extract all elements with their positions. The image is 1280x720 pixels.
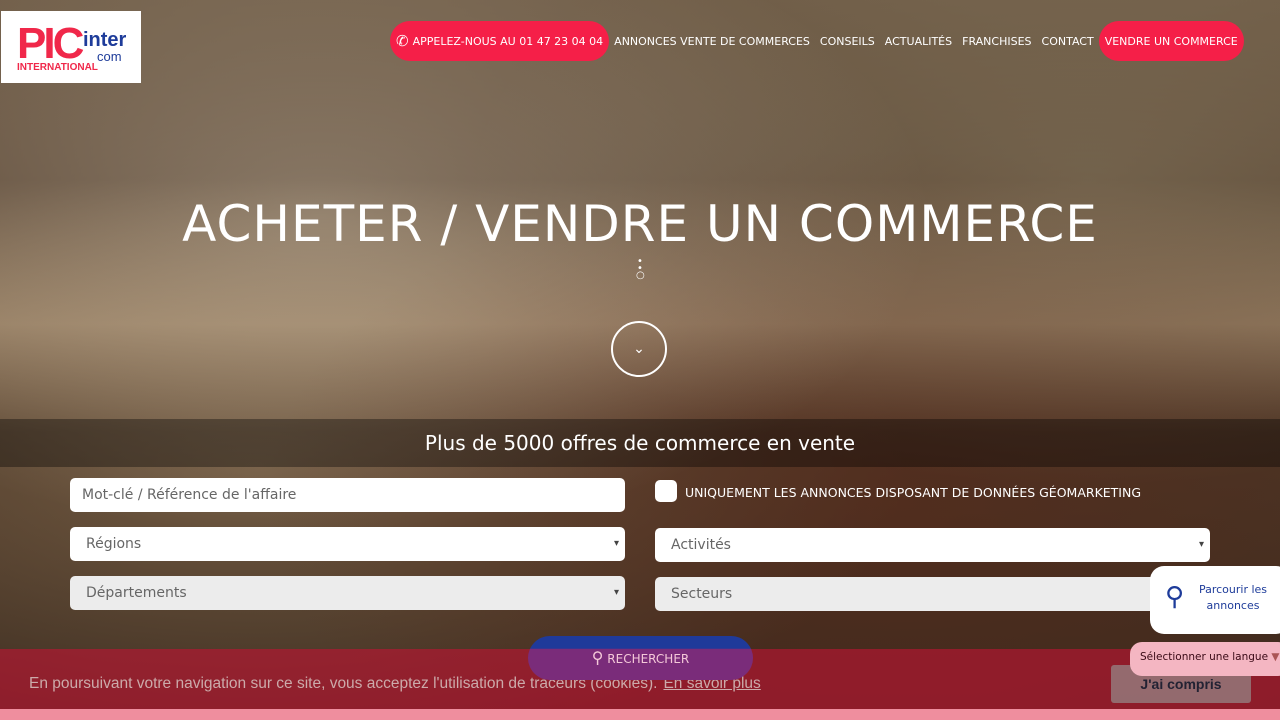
nav-actualites[interactable]: ACTUALITÉS — [880, 35, 957, 48]
activites-value: Activités — [671, 537, 731, 553]
phone-button[interactable]: ✆ APPELEZ-NOUS AU 01 47 23 04 04 — [390, 21, 610, 61]
logo-intl: INTERNATIONAL — [17, 62, 98, 73]
keyword-input[interactable]: Mot-clé / Référence de l'affaire — [70, 478, 625, 512]
secteurs-value: Secteurs — [671, 586, 733, 602]
chevron-down-icon: ▾ — [613, 587, 619, 598]
scroll-down-button[interactable]: ⌄ — [611, 321, 667, 377]
phone-label: APPELEZ-NOUS AU 01 47 23 04 04 — [412, 34, 604, 48]
chevron-down-icon: ⌄ — [633, 341, 645, 357]
search-button[interactable]: ⚲ RECHERCHER — [528, 636, 753, 680]
geomarketing-checkbox[interactable] — [655, 480, 677, 502]
activites-select[interactable]: Activités ▾ — [655, 528, 1210, 562]
chevron-down-icon: ▾ — [613, 538, 619, 549]
bottom-bar — [0, 709, 1280, 720]
browse-listings-widget[interactable]: ⚲ Parcourir les annonces — [1150, 566, 1280, 634]
browse-label: Parcourir les annonces — [1198, 583, 1268, 612]
geomarketing-label: UNIQUEMENT LES ANNONCES DISPOSANT DE DON… — [685, 485, 1142, 500]
logo[interactable]: PIC inter com INTERNATIONAL — [1, 11, 141, 83]
language-label: Sélectionner une langue — [1140, 651, 1269, 663]
search-heading: Plus de 5000 offres de commerce en vente — [0, 419, 1280, 467]
phone-icon: ✆ — [396, 32, 409, 50]
departements-value: Départements — [86, 585, 187, 601]
nav-contact[interactable]: CONTACT — [1037, 35, 1099, 48]
logo-com: com — [97, 49, 122, 64]
regions-value: Régions — [86, 536, 142, 552]
search-icon: ⚲ — [591, 648, 604, 667]
sell-button[interactable]: VENDRE UN COMMERCE — [1098, 21, 1244, 61]
dots-ornament: • • ○ — [636, 256, 645, 281]
caret-down-icon: ▼ — [1271, 651, 1280, 663]
secteurs-select[interactable]: Secteurs — [655, 577, 1210, 611]
nav-franchises[interactable]: FRANCHISES — [957, 35, 1036, 48]
main-nav: ✆ APPELEZ-NOUS AU 01 47 23 04 04 ANNONCES… — [390, 21, 1274, 61]
nav-annonces[interactable]: ANNONCES VENTE DE COMMERCES — [609, 35, 815, 48]
search-button-label: RECHERCHER — [607, 652, 690, 666]
chevron-down-icon: ▾ — [1198, 539, 1204, 550]
page-title: ACHETER / VENDRE UN COMMERCE — [182, 195, 1098, 253]
language-select[interactable]: Sélectionner une langue ▼ — [1130, 642, 1280, 676]
nav-conseils[interactable]: CONSEILS — [815, 35, 880, 48]
regions-select[interactable]: Régions ▾ — [70, 527, 625, 561]
departements-select[interactable]: Départements ▾ — [70, 576, 625, 610]
search-icon: ⚲ — [1165, 582, 1185, 612]
